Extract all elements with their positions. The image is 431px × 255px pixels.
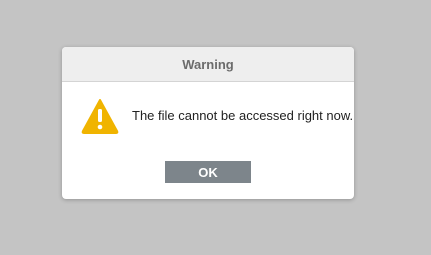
dialog-header: Warning	[62, 47, 354, 82]
dialog-title: Warning	[182, 56, 234, 72]
warning-icon	[81, 98, 119, 134]
warning-dialog: Warning The file cannot be accessed righ…	[62, 47, 354, 199]
dialog-body: The file cannot be accessed right now.	[62, 98, 354, 134]
dialog-message: The file cannot be accessed right now.	[132, 108, 354, 123]
ok-button[interactable]: OK	[165, 161, 251, 183]
